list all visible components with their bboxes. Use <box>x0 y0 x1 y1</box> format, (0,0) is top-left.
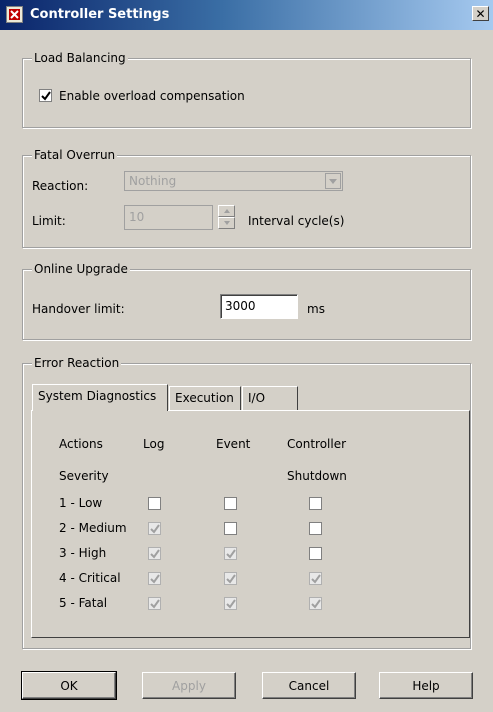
reaction-value: Nothing <box>129 174 177 188</box>
title-bar: Controller Settings ✕ <box>0 0 493 30</box>
actions-header: Actions <box>59 437 103 451</box>
handover-limit-label: Handover limit: <box>32 302 125 316</box>
cancel-label: Cancel <box>288 678 330 693</box>
ok-label: OK <box>60 678 78 693</box>
event-checkbox[interactable] <box>224 522 237 535</box>
handover-limit-input[interactable]: 3000 <box>220 294 298 319</box>
log-checkbox[interactable] <box>148 522 161 535</box>
ok-button[interactable]: OK <box>21 671 117 700</box>
chevron-down-icon[interactable] <box>325 173 341 189</box>
online-upgrade-title: Online Upgrade <box>32 262 130 276</box>
limit-input[interactable]: 10 <box>124 205 213 230</box>
event-header: Event <box>216 437 251 451</box>
log-checkbox[interactable] <box>148 597 161 610</box>
load-balancing-title: Load Balancing <box>32 51 128 65</box>
reaction-select[interactable]: Nothing <box>124 171 343 191</box>
window-title: Controller Settings <box>30 7 170 22</box>
app-icon <box>6 6 23 23</box>
tab-system-diagnostics[interactable]: System Diagnostics <box>32 384 168 411</box>
severity-label: 5 - Fatal <box>59 596 108 610</box>
log-checkbox[interactable] <box>148 572 161 585</box>
limit-stepper[interactable] <box>218 205 235 229</box>
stepper-up-icon[interactable] <box>218 205 235 217</box>
fatal-overrun-group: Fatal Overrun Reaction: Nothing Limit: 1… <box>22 148 471 248</box>
close-button[interactable]: ✕ <box>472 6 489 21</box>
limit-value: 10 <box>129 210 145 224</box>
shutdown-checkbox[interactable] <box>309 547 322 560</box>
online-upgrade-group: Online Upgrade Handover limit: 3000 ms <box>22 262 471 340</box>
shutdown-checkbox[interactable] <box>309 572 322 585</box>
severity-label: 2 - Medium <box>59 521 127 535</box>
severity-label: 1 - Low <box>59 496 103 510</box>
log-header: Log <box>143 437 165 451</box>
stepper-down-icon[interactable] <box>218 217 235 229</box>
fatal-overrun-title: Fatal Overrun <box>32 148 118 162</box>
tab-label: I/O <box>248 391 266 405</box>
tab-label: Execution <box>175 391 234 405</box>
limit-unit-label: Interval cycle(s) <box>248 214 345 228</box>
overload-compensation-checkbox[interactable] <box>39 89 52 102</box>
reaction-label: Reaction: <box>32 179 89 193</box>
severity-label: 3 - High <box>59 546 107 560</box>
log-checkbox[interactable] <box>148 547 161 560</box>
apply-button[interactable]: Apply <box>142 672 236 699</box>
log-checkbox[interactable] <box>148 497 161 510</box>
overload-compensation-label[interactable]: Enable overload compensation <box>59 89 245 103</box>
event-checkbox[interactable] <box>224 597 237 610</box>
close-icon: ✕ <box>475 6 486 21</box>
apply-label: Apply <box>172 678 206 693</box>
shutdown-checkbox[interactable] <box>309 522 322 535</box>
event-checkbox[interactable] <box>224 497 237 510</box>
handover-limit-value: 3000 <box>225 299 256 313</box>
shutdown-checkbox[interactable] <box>309 597 322 610</box>
tab-label: System Diagnostics <box>38 389 157 403</box>
limit-label: Limit: <box>32 214 66 228</box>
event-checkbox[interactable] <box>224 572 237 585</box>
severity-label: 4 - Critical <box>59 571 121 585</box>
tab-execution[interactable]: Execution <box>169 386 241 410</box>
severity-header: Severity <box>59 469 109 483</box>
event-checkbox[interactable] <box>224 547 237 560</box>
help-button[interactable]: Help <box>379 672 473 699</box>
cancel-button[interactable]: Cancel <box>262 672 356 699</box>
help-label: Help <box>412 678 440 693</box>
handover-unit-label: ms <box>307 302 325 316</box>
load-balancing-group: Load Balancing Enable overload compensat… <box>22 51 471 128</box>
shutdown-checkbox[interactable] <box>309 497 322 510</box>
shutdown-header: Shutdown <box>287 469 347 483</box>
error-reaction-title: Error Reaction <box>32 356 122 370</box>
controller-header: Controller <box>287 437 347 451</box>
tab-io[interactable]: I/O <box>242 386 298 410</box>
